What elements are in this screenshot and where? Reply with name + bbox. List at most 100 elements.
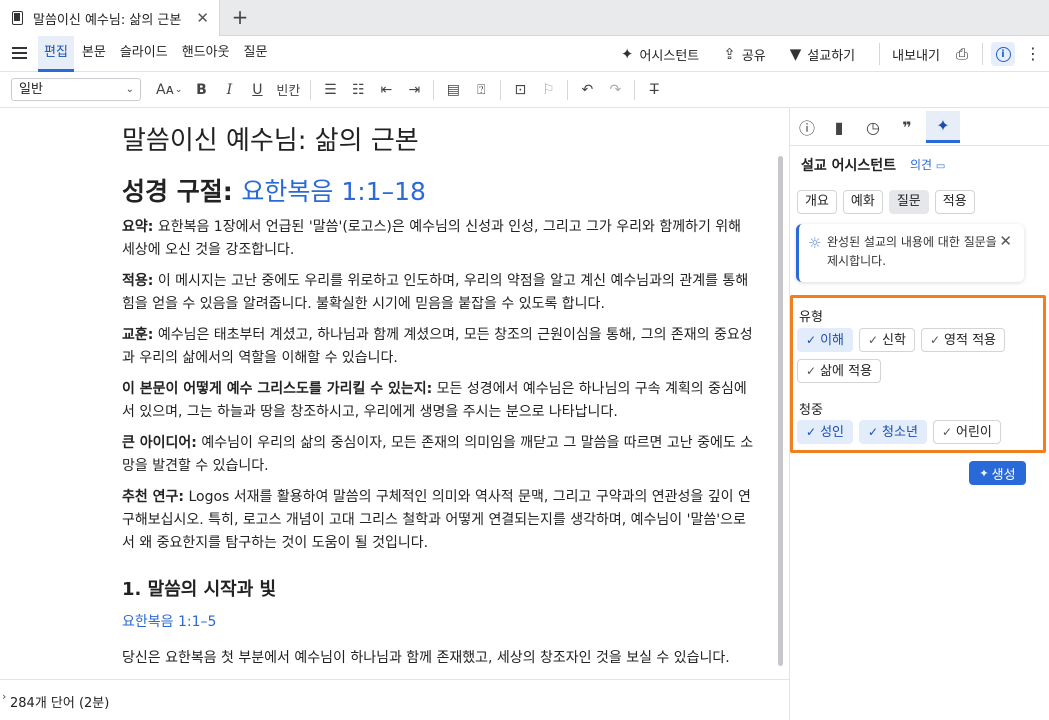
tab-slides[interactable]: 슬라이드 [114,36,174,72]
divider [634,79,636,100]
bold-button[interactable]: B [192,78,210,102]
print-button[interactable]: ⎙ [956,45,968,63]
check-icon: ✓ [867,425,879,439]
close-icon[interactable]: ✕ [999,232,1012,250]
font-size-button[interactable]: Aᴀ ⌄ [156,78,182,102]
generate-label: 생성 [991,467,1016,483]
audience-option-children[interactable]: ✓ 어린이 [932,420,1001,444]
type-option-theology[interactable]: ✓ 신학 [858,328,915,352]
document-tab[interactable]: 말씀이신 예수님: 삶의 근본 ✕ [0,0,220,36]
share-icon: ⇪ [723,45,736,63]
tab-questions[interactable]: 질문 [238,36,274,72]
scripture-reference-link[interactable]: 요한복음 1:1–18 [241,177,426,206]
type-option-label: 신학 [882,333,906,348]
chip-outline[interactable]: 개요 [797,190,837,214]
info-icon[interactable]: ⓘ [792,114,822,140]
summary-label: 요약: [122,219,154,235]
clear-formatting-icon[interactable]: T̶ [645,78,663,102]
paragraph-style-select[interactable]: 일반 ⌄ [11,78,141,101]
font-size-icon: Aᴀ [156,81,174,98]
chip-illustration[interactable]: 예화 [842,190,883,214]
christ-paragraph[interactable]: 이 본문이 어떻게 예수 그리스도를 가리킬 수 있는지: 모든 성경에서 예수… [122,378,758,424]
check-icon: ✓ [806,364,817,378]
type-option-spiritual[interactable]: ✓ 영적 적용 [920,328,1006,352]
divider [879,43,881,65]
study-paragraph[interactable]: 추천 연구: Logos 서재를 활용하여 말씀의 구체적인 의미와 역사적 문… [122,486,758,555]
word-count: 284개 단어 (2분) [10,696,110,711]
preach-button[interactable]: ▼ 설교하기 [790,45,855,64]
application-text: 이 메시지는 고난 중에도 우리를 위로하고 인도하며, 우리의 약점을 알고 … [122,273,749,312]
share-button[interactable]: ⇪ 공유 [723,45,766,64]
insert-icon[interactable]: ⊡ [511,78,529,102]
generate-button[interactable]: ✦ 생성 [969,461,1026,485]
blank-button[interactable]: 빈칸 [276,78,300,102]
numbered-list-icon[interactable]: ☷ [349,78,367,102]
teaching-text: 예수님은 태초부터 계셨고, 하나님과 함께 계셨으며, 모든 창조의 근원이심… [122,327,753,366]
audience-option-adult[interactable]: ✓ 성인 [797,420,853,444]
block-quote-icon[interactable]: ▤ [444,78,462,102]
application-label: 적용: [122,273,154,289]
feedback-label: 의견 [910,158,933,172]
application-paragraph[interactable]: 적용: 이 메시지는 고난 중에도 우리를 위로하고 인도하며, 우리의 약점을… [122,270,758,316]
export-button[interactable]: 내보내기 [892,45,940,64]
feedback-link[interactable]: 의견 ▭ [910,156,945,173]
redo-icon[interactable]: ↷ [606,78,624,102]
history-icon[interactable]: ◷ [858,114,888,140]
close-icon[interactable]: ✕ [196,9,209,27]
section-reference-link[interactable]: 요한복음 1:1–5 [122,611,758,633]
big-idea-paragraph[interactable]: 큰 아이디어: 예수님이 우리의 삶의 중심이자, 모든 존재의 의미임을 깨닫… [122,432,758,478]
teaching-paragraph[interactable]: 교훈: 예수님은 태초부터 계셨고, 하나님과 함께 계셨으며, 모든 창조의 … [122,324,758,370]
tab-text[interactable]: 본문 [76,36,112,72]
quote-icon[interactable]: ❞ [892,114,922,140]
info-button[interactable]: i [991,42,1015,66]
underline-button[interactable]: U [248,78,266,102]
type-option-label: 영적 적용 [944,333,997,348]
assistant-sparkle-icon[interactable]: ✦ [926,111,960,143]
indent-icon[interactable]: ⇥ [405,78,423,102]
assistant-button[interactable]: ✦ 어시스턴트 [621,45,699,64]
printer-icon: ⎙ [955,45,968,63]
tab-edit[interactable]: 편집 [38,36,74,72]
scripture-heading[interactable]: 성경 구절: 요한복음 1:1–18 [122,172,758,208]
big-idea-label: 큰 아이디어: [122,435,197,451]
outdent-icon[interactable]: ⇤ [377,78,395,102]
chevron-right-icon[interactable]: › [2,690,6,703]
type-options: ✓ 이해 ✓ 신학 ✓ 영적 적용 [797,328,1011,352]
lightbulb-icon: ☼ [808,234,822,252]
undo-icon[interactable]: ↶ [578,78,596,102]
menu-icon[interactable] [12,47,27,59]
chip-application[interactable]: 적용 [934,190,975,214]
document-editor[interactable]: 말씀이신 예수님: 삶의 근본 성경 구절: 요한복음 1:1–18 요약: 요… [0,108,789,679]
summary-paragraph[interactable]: 요약: 요한복음 1장에서 언급된 '말씀'(로고스)은 예수님의 신성과 인성… [122,216,758,262]
document-icon [12,11,23,25]
summary-text: 요한복음 1장에서 언급된 '말씀'(로고스)은 예수님의 신성과 인성, 그리… [122,219,742,258]
panel-tabs: ⓘ ▮ ◷ ❞ ✦ [790,108,1049,146]
tip-card: ☼ 완성된 설교의 내용에 대한 질문을 제시합니다. ✕ [796,224,1024,282]
tab-handout[interactable]: 핸드아웃 [176,36,236,72]
more-options-icon[interactable]: ⋮ [1025,46,1041,62]
audience-option-youth[interactable]: ✓ 청소년 [858,420,927,444]
book-icon[interactable]: ▮ [824,114,854,140]
divider [982,43,983,65]
question-block-icon[interactable]: ⍰ [472,78,490,102]
audience-label: 청중 [799,403,823,418]
document-scrollbar[interactable] [778,156,783,666]
tip-text: 완성된 설교의 내용에 대한 질문을 제시합니다. [827,235,997,268]
section-paragraph[interactable]: 당신은 요한복음 첫 부분에서 예수님이 하나님과 함께 존재했고, 세상의 창… [122,647,758,670]
nav-bar: 편집 본문 슬라이드 핸드아웃 질문 ✦ 어시스턴트 ⇪ 공유 ▼ 설교하기 내… [0,36,1049,72]
sermon-title[interactable]: 말씀이신 예수님: 삶의 근본 [122,120,758,160]
info-icon: i [995,46,1011,62]
type-option-life[interactable]: ✓ 삶에 적용 [797,359,882,383]
bullet-list-icon[interactable]: ☰ [321,78,339,102]
section-heading[interactable]: 1. 말씀의 시작과 빛 [122,575,758,601]
type-option-understanding[interactable]: ✓ 이해 [797,328,853,352]
assistant-label: 어시스턴트 [639,48,700,64]
new-tab-button[interactable]: + [229,4,251,30]
check-icon: ✓ [941,425,952,439]
panel-title: 설교 어시스턴트 [801,158,897,174]
export-label: 내보내기 [892,48,940,64]
bookmark-icon[interactable]: ⚐ [539,78,557,102]
italic-button[interactable]: I [220,78,238,102]
chevron-down-icon: ⌄ [174,84,183,95]
chip-questions[interactable]: 질문 [888,190,929,214]
